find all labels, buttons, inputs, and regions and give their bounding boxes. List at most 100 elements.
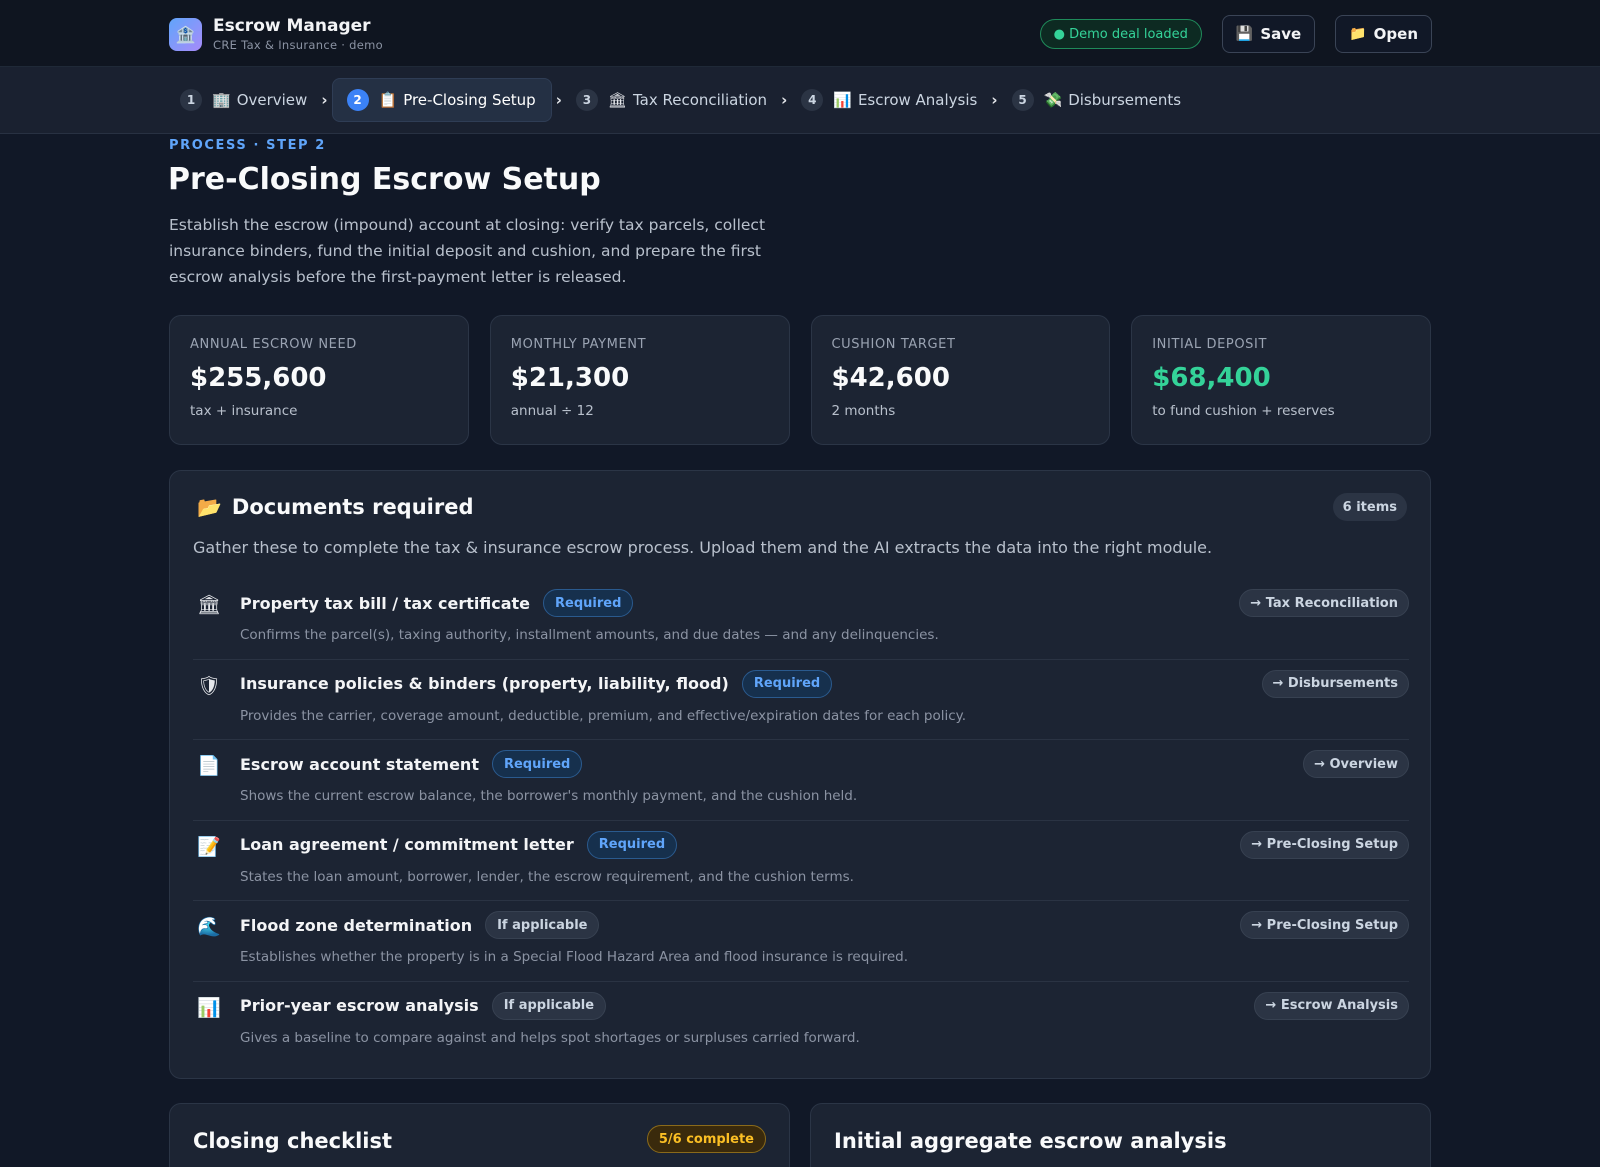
step-label: Escrow Analysis xyxy=(857,91,978,109)
stat-sub: tax + insurance xyxy=(190,403,298,419)
stat-sub: annual ÷ 12 xyxy=(510,403,594,419)
money-wings-icon: 💸 xyxy=(1043,91,1063,109)
stat-value: $21,300 xyxy=(510,363,630,393)
bar-chart-icon: 📊 xyxy=(833,91,852,109)
document-item: 🌊 Flood zone determination If applicable… xyxy=(193,901,1409,982)
document-item: 🏛 Property tax bill / tax certificate Re… xyxy=(193,579,1409,660)
document-description: Provides the carrier, coverage amount, d… xyxy=(240,707,967,724)
folder-icon: 📁 xyxy=(1349,26,1367,42)
memo-icon: 📝 xyxy=(197,835,221,858)
document-title: Escrow account statement xyxy=(240,754,479,774)
route-link-disbursements[interactable]: → Disbursements xyxy=(1261,669,1409,698)
documents-title: Documents required xyxy=(231,495,474,519)
route-link-tax-reconciliation[interactable]: → Tax Reconciliation xyxy=(1239,589,1409,617)
stat-label: INITIAL DEPOSIT xyxy=(1152,337,1268,352)
checklist-status-badge: 5/6 complete xyxy=(646,1125,766,1153)
open-label: Open xyxy=(1373,25,1418,43)
document-item: 📊 Prior-year escrow analysis If applicab… xyxy=(193,982,1409,1063)
brand: 🏦 Escrow Manager CRE Tax & Insurance · d… xyxy=(169,16,383,52)
document-title: Prior-year escrow analysis xyxy=(240,996,479,1015)
document-description: Confirms the parcel(s), taxing authority… xyxy=(240,627,939,643)
route-link-pre-closing-setup[interactable]: → Pre-Closing Setup xyxy=(1240,911,1409,939)
step-number: 3 xyxy=(575,89,598,111)
analysis-title: Initial aggregate escrow analysis xyxy=(834,1129,1227,1153)
classical-building-icon: 🏛 xyxy=(197,594,222,616)
step-number: 5 xyxy=(1011,89,1034,111)
document-description: Gives a baseline to compare against and … xyxy=(240,1029,860,1046)
stat-cushion-target: CUSHION TARGET $42,600 2 months xyxy=(810,315,1111,445)
stat-label: CUSHION TARGET xyxy=(831,337,956,352)
step-nav: 1 🏢 Overview › 2 📋 Pre-Closing Setup › 3… xyxy=(0,67,1600,134)
app-subtitle: CRE Tax & Insurance · demo xyxy=(213,38,383,52)
if-applicable-badge: If applicable xyxy=(485,911,600,939)
document-description: Establishes whether the property is in a… xyxy=(240,949,909,965)
step-pre-closing-setup[interactable]: 2 📋 Pre-Closing Setup xyxy=(331,78,552,122)
bar-chart-icon: 📊 xyxy=(197,996,221,1019)
step-label: Disbursements xyxy=(1068,91,1182,109)
route-link-overview[interactable]: → Overview xyxy=(1303,750,1409,778)
step-label: Pre-Closing Setup xyxy=(403,91,536,109)
folder-icon: 📂 xyxy=(197,495,222,519)
checklist-title: Closing checklist xyxy=(193,1129,393,1153)
document-title: Property tax bill / tax certificate xyxy=(240,593,531,613)
closing-checklist-card: Closing checklist 5/6 complete xyxy=(169,1103,790,1167)
top-bar: 🏦 Escrow Manager CRE Tax & Insurance · d… xyxy=(0,0,1600,67)
process-eyebrow: PROCESS · STEP 2 xyxy=(169,138,326,153)
app-title: Escrow Manager xyxy=(213,16,371,36)
step-number: 2 xyxy=(346,89,369,111)
escrow-analysis-card: Initial aggregate escrow analysis xyxy=(810,1103,1431,1167)
status-badge: ● Demo deal loaded xyxy=(1039,19,1202,49)
step-overview[interactable]: 1 🏢 Overview xyxy=(170,78,317,122)
page-description: Establish the escrow (impound) account a… xyxy=(169,216,766,286)
step-label: Tax Reconciliation xyxy=(632,91,768,109)
step-number: 1 xyxy=(180,89,202,111)
stat-monthly-payment: MONTHLY PAYMENT $21,300 annual ÷ 12 xyxy=(489,315,790,445)
step-label: Overview xyxy=(236,91,308,109)
items-count-badge: 6 items xyxy=(1332,493,1407,521)
shield-icon: 🛡 xyxy=(197,674,222,697)
required-badge: Required xyxy=(543,589,634,617)
document-description: Shows the current escrow balance, the bo… xyxy=(240,788,858,804)
step-tax-reconciliation[interactable]: 3 🏛 Tax Reconciliation xyxy=(566,78,777,122)
document-title: Loan agreement / commitment letter xyxy=(240,835,574,854)
stat-sub: 2 months xyxy=(831,403,896,419)
document-item: 📄 Escrow account statement Required Show… xyxy=(193,740,1409,821)
stat-initial-deposit: INITIAL DEPOSIT $68,400 to fund cushion … xyxy=(1131,315,1431,445)
chevron-right-icon: › xyxy=(555,91,562,109)
documents-panel: 📂 Documents required 6 items Gather thes… xyxy=(169,470,1431,1079)
step-number: 4 xyxy=(801,89,824,111)
document-icon: 📄 xyxy=(197,755,221,777)
chevron-right-icon: › xyxy=(321,91,328,109)
chevron-right-icon: › xyxy=(991,91,998,109)
save-button[interactable]: 💾 Save xyxy=(1221,15,1316,53)
if-applicable-badge: If applicable xyxy=(491,991,607,1020)
chevron-right-icon: › xyxy=(781,91,788,109)
required-badge: Required xyxy=(586,830,678,859)
document-list: 🏛 Property tax bill / tax certificate Re… xyxy=(193,579,1409,1062)
clipboard-icon: 📋 xyxy=(378,91,398,109)
route-link-pre-closing-setup[interactable]: → Pre-Closing Setup xyxy=(1240,830,1409,859)
floppy-disk-icon: 💾 xyxy=(1235,26,1254,42)
stat-value: $42,600 xyxy=(831,363,950,393)
stat-annual-escrow-need: ANNUAL ESCROW NEED $255,600 tax + insura… xyxy=(169,315,469,445)
document-title: Flood zone determination xyxy=(240,915,473,935)
document-item: 🛡 Insurance policies & binders (property… xyxy=(193,660,1409,740)
stat-label: ANNUAL ESCROW NEED xyxy=(190,337,357,352)
office-building-icon: 🏢 xyxy=(212,91,231,109)
classical-building-icon: 🏛 xyxy=(607,91,627,109)
document-item: 📝 Loan agreement / commitment letter Req… xyxy=(193,821,1409,901)
stat-sub: to fund cushion + reserves xyxy=(1152,403,1335,419)
stat-label: MONTHLY PAYMENT xyxy=(510,337,647,352)
open-button[interactable]: 📁 Open xyxy=(1335,15,1432,53)
stat-value: $255,600 xyxy=(190,363,327,393)
required-badge: Required xyxy=(491,750,583,778)
step-disbursements[interactable]: 5 💸 Disbursements xyxy=(1002,78,1192,122)
wave-icon: 🌊 xyxy=(197,916,221,938)
save-label: Save xyxy=(1260,25,1302,43)
document-title: Insurance policies & binders (property, … xyxy=(240,674,729,693)
route-link-escrow-analysis[interactable]: → Escrow Analysis xyxy=(1254,991,1409,1020)
step-escrow-analysis[interactable]: 4 📊 Escrow Analysis xyxy=(791,78,987,122)
stat-value: $68,400 xyxy=(1152,363,1271,393)
required-badge: Required xyxy=(741,669,833,698)
document-description: States the loan amount, borrower, lender… xyxy=(240,868,854,885)
